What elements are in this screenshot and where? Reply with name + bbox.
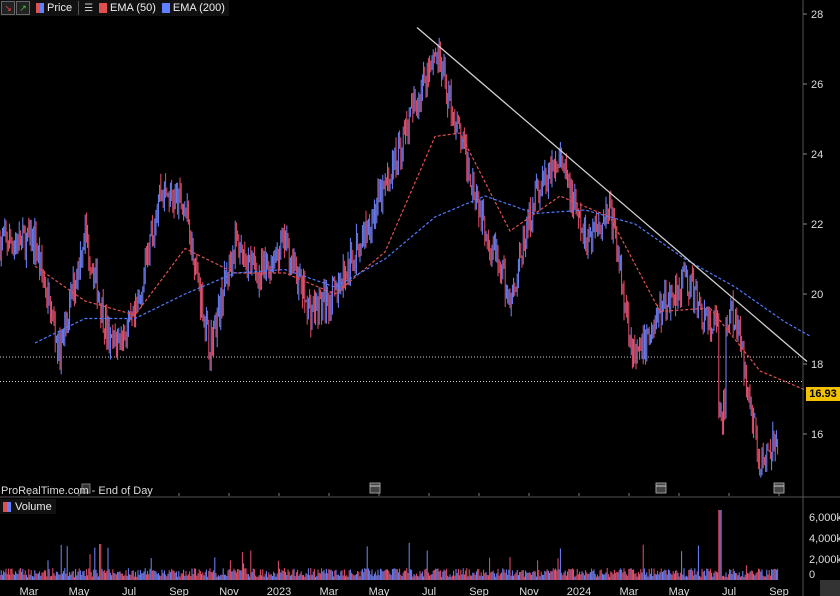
y-tick-label: 16 <box>811 429 823 441</box>
arrow-down-icon[interactable]: ↘ <box>1 1 15 15</box>
source-label: ProRealTime.com - End of Day <box>1 485 153 497</box>
ema50-swatch <box>99 3 108 13</box>
volume-legend-label: Volume <box>15 500 52 513</box>
volume-swatch <box>3 501 11 512</box>
ema200-swatch <box>161 3 170 13</box>
x-tick-label: Mar <box>320 586 339 596</box>
volume-tick-label: 4,000k <box>809 533 840 545</box>
calendar-icon <box>655 482 667 494</box>
calendar-icon-frame <box>369 482 381 494</box>
x-tick-label: May <box>369 586 390 596</box>
calendar-icon-frame <box>655 482 667 494</box>
y-tick-label: 22 <box>811 219 823 231</box>
x-tick-label: Sep <box>469 586 489 596</box>
x-tick-label: Jul <box>122 586 136 596</box>
x-tick-label: Jul <box>722 586 736 596</box>
volume-bars <box>0 510 779 580</box>
x-tick-label: Mar <box>620 586 639 596</box>
y-tick-label: 26 <box>811 79 823 91</box>
price-legend[interactable]: Price <box>47 2 72 14</box>
ema50-line <box>34 132 811 393</box>
volume-tick-label: 6,000k <box>809 512 840 524</box>
menu-icon[interactable]: ☰ <box>84 3 93 14</box>
y-tick-label: 20 <box>811 289 823 301</box>
x-tick-label: Sep <box>769 586 789 596</box>
x-tick-label: Nov <box>519 586 539 596</box>
x-tick-label: Mar <box>20 586 39 596</box>
x-tick-label: Jul <box>422 586 436 596</box>
y-tick-label: 18 <box>811 359 823 371</box>
x-tick-label: May <box>69 586 90 596</box>
y-tick-label: 28 <box>811 9 823 21</box>
price-chart[interactable]: 28 26 24 22 20 18 16 6,000k 4,000k 2,000k 0 Mar May J… <box>0 0 840 596</box>
ema200-legend[interactable]: EMA (200) <box>173 2 225 14</box>
ema50-legend[interactable]: EMA (50) <box>110 2 156 14</box>
volume-tick-label: 2,000k <box>809 554 840 566</box>
price-bars <box>0 37 779 478</box>
calendar-icon <box>369 482 381 494</box>
volume-legend[interactable]: Volume <box>0 499 56 514</box>
y-tick-label: 24 <box>811 149 823 161</box>
chart-toolbar: ↘ ↗ Price ☰ EMA (50) EMA (200) <box>0 0 229 16</box>
info-icon <box>773 482 785 494</box>
info-icon-frame <box>773 482 785 494</box>
volume-tick-label: 0 <box>809 569 815 581</box>
x-tick-label: 2023 <box>267 586 291 596</box>
last-price-tag: 16.93 <box>806 387 840 401</box>
x-tick-label: Sep <box>169 586 189 596</box>
x-tick-label: Nov <box>219 586 239 596</box>
x-tick-label: 2024 <box>567 586 591 596</box>
arrow-up-icon[interactable]: ↗ <box>16 1 30 15</box>
panel-corner <box>820 580 840 596</box>
x-tick-label: May <box>669 586 690 596</box>
price-swatch <box>36 3 44 13</box>
